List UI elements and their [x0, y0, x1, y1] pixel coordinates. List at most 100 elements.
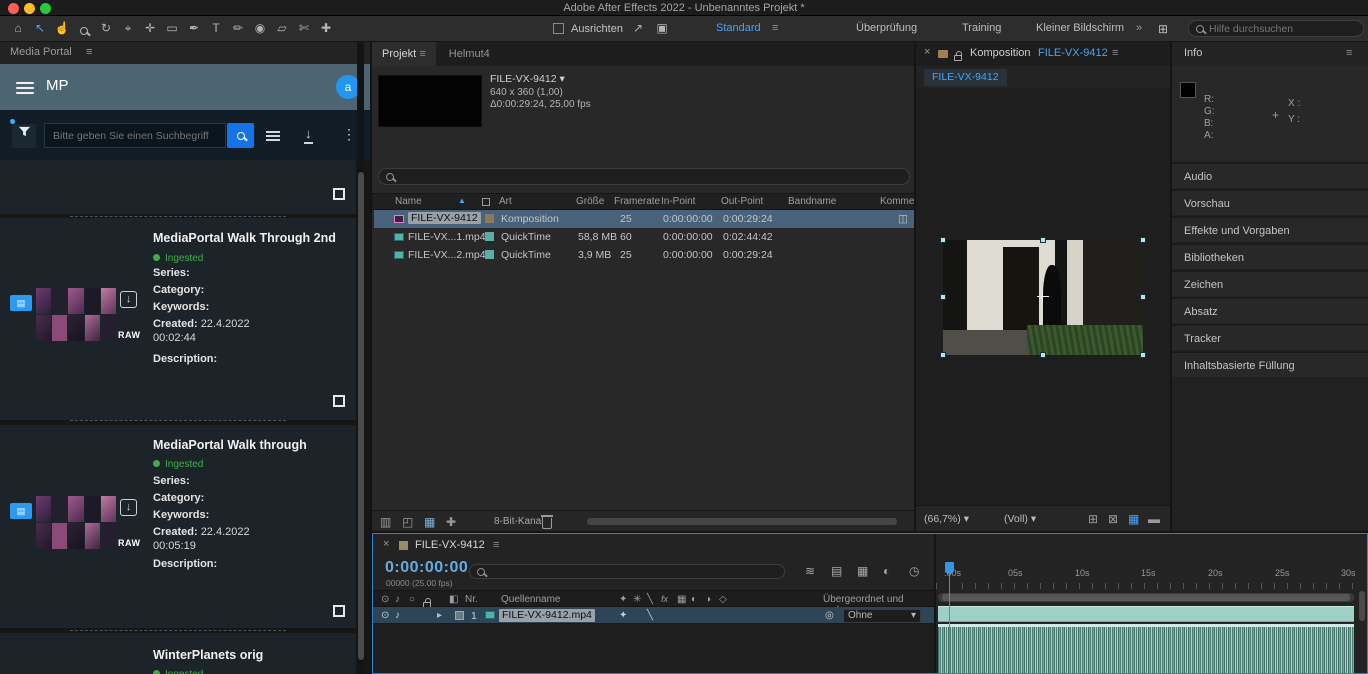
audio-icon[interactable]: ♪	[395, 610, 400, 621]
help-search-input[interactable]	[1209, 23, 1356, 35]
thumbnail-strip[interactable]	[36, 288, 116, 341]
trash-icon[interactable]	[542, 518, 552, 529]
select-checkbox[interactable]	[333, 395, 345, 407]
scrollbar-thumb[interactable]	[358, 172, 364, 660]
panel-vorschau[interactable]: Vorschau	[1172, 189, 1368, 215]
panel-audio[interactable]: Audio	[1172, 162, 1368, 188]
hamburger-menu-icon[interactable]	[16, 79, 34, 97]
panel-effekte-und-vorgaben[interactable]: Effekte und Vorgaben	[1172, 216, 1368, 242]
panel-menu-icon[interactable]: ≡	[493, 539, 499, 551]
media-list-item[interactable]: MediaPortal Walk through Ingested Series…	[0, 425, 356, 628]
selection-handle[interactable]	[940, 237, 946, 243]
new-composition-icon[interactable]: ▦	[424, 515, 435, 529]
rotate-tool-icon[interactable]: ↻	[96, 21, 116, 35]
work-area-bar[interactable]	[938, 593, 1354, 602]
selection-handle[interactable]	[940, 352, 946, 358]
media-portal-tab[interactable]: Media Portal	[10, 46, 72, 58]
kebab-menu-icon[interactable]: ⋮	[342, 126, 356, 143]
download-icon[interactable]: ↓	[120, 499, 137, 516]
dropdown-arrow-icon[interactable]: ▾	[559, 73, 564, 85]
effects-switch-icon[interactable]: fx	[661, 594, 668, 604]
frame-blending-icon[interactable]: ▦	[857, 564, 868, 578]
resolution-dropdown[interactable]: (Voll) ▾	[1004, 513, 1036, 525]
snapshot-icon[interactable]: ⊞	[1088, 512, 1098, 526]
media-list-item[interactable]: WinterPlanets orig Ingested	[0, 633, 356, 674]
panel-zeichen[interactable]: Zeichen	[1172, 270, 1368, 296]
label-color-chip[interactable]	[485, 232, 494, 241]
selection-handle[interactable]	[1040, 237, 1046, 243]
column-type[interactable]: Art	[499, 196, 512, 207]
column-label-icon[interactable]	[482, 198, 490, 209]
horizontal-scrollbar-thumb[interactable]	[587, 518, 897, 525]
panel-menu-icon[interactable]: ≡	[419, 48, 425, 60]
timeline-scrollbar-thumb[interactable]	[1359, 591, 1365, 621]
zoom-dropdown[interactable]: (66,7%) ▾	[924, 513, 969, 525]
selection-handle[interactable]	[940, 294, 946, 300]
sort-asc-icon[interactable]: ▲	[458, 196, 466, 205]
twirl-icon[interactable]: ▸	[437, 610, 442, 621]
timeline-search-box[interactable]	[469, 564, 785, 579]
label-column-icon[interactable]: ◧	[449, 594, 458, 605]
composition-flowchart-icon[interactable]: ≋	[805, 564, 815, 578]
shy-switch-icon[interactable]: ✦	[619, 610, 627, 621]
quality-switch-icon[interactable]: ╲	[647, 594, 653, 605]
media-search-field[interactable]	[44, 123, 226, 148]
panel-inhaltsbasierte-fuellung[interactable]: Inhaltsbasierte Füllung	[1172, 351, 1368, 377]
solo-icon[interactable]: ○	[409, 594, 415, 605]
eye-icon[interactable]: ⊙	[381, 594, 389, 605]
snap-icon[interactable]: ↗	[628, 21, 648, 35]
grid-guides-icon[interactable]: ▣	[652, 21, 672, 35]
workspace-tab-training[interactable]: Training	[962, 22, 1001, 34]
transparency-grid-icon[interactable]: ▬	[1148, 512, 1160, 526]
align-checkbox[interactable]	[553, 23, 564, 34]
more-workspaces-icon[interactable]: »	[1136, 22, 1142, 34]
media-list-item[interactable]: MediaPortal Walk Through 2nd Ingested Se…	[0, 218, 356, 420]
source-column-label[interactable]: Quellenname	[501, 594, 560, 605]
selection-handle[interactable]	[1140, 352, 1146, 358]
column-framerate[interactable]: Framerate	[614, 196, 660, 207]
help-search-box[interactable]	[1188, 20, 1364, 37]
zoom-tool-icon[interactable]	[74, 23, 94, 37]
project-row-selected[interactable]: FILE-VX-9412 Komposition 25 0:00:00:00 0…	[374, 210, 914, 228]
frame-blend-switch-icon[interactable]: ▦	[677, 594, 686, 605]
type-tool-icon[interactable]: T	[206, 21, 226, 35]
playhead-line[interactable]	[949, 574, 950, 673]
selection-handle[interactable]	[1140, 294, 1146, 300]
composition-panel-label[interactable]: Komposition	[970, 47, 1031, 59]
panel-tracker[interactable]: Tracker	[1172, 324, 1368, 350]
media-list-item-partial[interactable]	[0, 160, 356, 214]
media-list-scrollbar[interactable]	[357, 42, 364, 674]
workspace-tab-kleiner-bildschirm[interactable]: Kleiner Bildschirm	[1036, 22, 1124, 34]
selection-handle[interactable]	[1140, 237, 1146, 243]
label-color-chip[interactable]	[485, 250, 494, 259]
column-in-point[interactable]: In-Point	[661, 196, 695, 207]
tab-helmut4[interactable]: Helmut4	[439, 42, 500, 66]
project-row[interactable]: FILE-VX...2.mp4 QuickTime 3,9 MB 25 0:00…	[374, 246, 914, 264]
current-timecode[interactable]: 0:00:00:00	[385, 559, 468, 577]
time-ruler[interactable]: :00s 05s 10s 15s 20s 25s 30s	[936, 558, 1367, 590]
anchor-point[interactable]	[1037, 291, 1049, 303]
lock-icon[interactable]	[954, 55, 962, 61]
tab-info[interactable]: Info	[1184, 47, 1202, 59]
selection-handle[interactable]	[1040, 352, 1046, 358]
motion-blur-switch-icon[interactable]: ◐	[691, 594, 697, 605]
show-channel-icon[interactable]: ⊠	[1108, 512, 1118, 526]
workspace-tab-standard[interactable]: Standard	[716, 22, 761, 34]
puppet-pin-tool-icon[interactable]: ✚	[316, 21, 336, 35]
project-search-box[interactable]	[378, 168, 910, 185]
eye-icon[interactable]: ⊙	[381, 610, 389, 621]
interpret-footage-icon[interactable]: ▥	[380, 515, 391, 529]
filter-button[interactable]	[12, 124, 36, 148]
camera-tool-icon[interactable]: ⌖	[118, 21, 138, 35]
home-tool-icon[interactable]: ⌂	[8, 21, 28, 35]
label-color-chip[interactable]	[485, 214, 494, 223]
filter-list-icon[interactable]	[266, 131, 280, 141]
panel-menu-icon[interactable]: ≡	[1346, 47, 1352, 59]
hand-tool-icon[interactable]: ☝	[52, 21, 72, 35]
timeline-tab[interactable]: FILE-VX-9412	[415, 539, 485, 551]
panel-bibliotheken[interactable]: Bibliotheken	[1172, 243, 1368, 269]
region-of-interest-icon[interactable]: ▦	[1128, 512, 1139, 526]
quality-switch-icon[interactable]: ╲	[647, 610, 653, 621]
shape-tool-icon[interactable]: ▭	[162, 21, 182, 35]
column-tapename[interactable]: Bandname	[788, 196, 836, 207]
